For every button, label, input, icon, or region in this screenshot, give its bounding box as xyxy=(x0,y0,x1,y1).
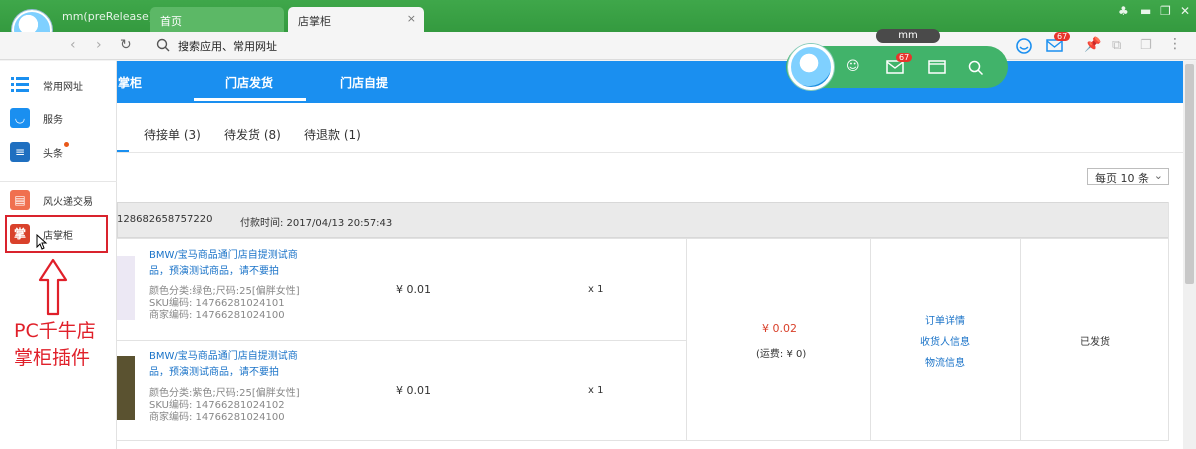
refresh-icon[interactable]: ↻ xyxy=(120,37,132,53)
sku: SKU编码: 14766281024101 xyxy=(149,298,285,309)
subtab-divider xyxy=(117,152,1183,153)
widget-logo[interactable] xyxy=(788,44,834,90)
subtab-active-underline xyxy=(117,150,129,152)
top-nav-bar xyxy=(117,61,1183,103)
scrollbar-thumb[interactable] xyxy=(1185,64,1194,284)
tab-store-delivery[interactable]: 门店发货 xyxy=(225,74,273,91)
order-status: 已发货 xyxy=(1080,337,1110,348)
merchant-code: 商家编码: 14766281024100 xyxy=(149,310,285,321)
back-icon[interactable]: ‹ xyxy=(70,37,76,53)
annotation-line-1: PC千牛店 xyxy=(14,320,96,342)
column-border xyxy=(870,238,871,441)
search-input[interactable]: 搜索应用、常用网址 xyxy=(152,35,852,55)
color-size: 颜色分类:绿色;尺码:25[偏胖女性] xyxy=(149,286,300,297)
sidebar-divider xyxy=(0,181,117,182)
row-border xyxy=(117,440,1169,441)
row-border xyxy=(117,340,687,341)
tab-store-pickup[interactable]: 门店自提 xyxy=(340,74,388,91)
widget-mail-badge: 67 xyxy=(896,53,913,62)
tab-dianzhanggui[interactable]: 店掌柜 × xyxy=(288,7,424,32)
list-icon xyxy=(11,77,29,92)
chevron-down-icon: ⌄ xyxy=(1153,169,1163,182)
skin-icon[interactable]: ♣ xyxy=(1118,4,1129,18)
notification-dot xyxy=(64,142,69,147)
news-icon: ≡ xyxy=(10,142,30,162)
subtab-pending-refund[interactable]: 待退款 (1) xyxy=(304,126,361,143)
sidebar-item-service[interactable]: ◡ 服务 xyxy=(10,106,110,130)
restore-icon[interactable]: ❐ xyxy=(1160,4,1171,18)
menu-icon[interactable]: ⋮ xyxy=(1168,36,1182,52)
product-thumbnail[interactable] xyxy=(117,256,135,320)
highlight-box xyxy=(5,215,108,253)
tab-dianzhanggui-label: 店掌柜 xyxy=(298,15,331,28)
merchant-code: 商家编码: 14766281024100 xyxy=(149,412,285,423)
window-icon[interactable]: ❐ xyxy=(1140,38,1152,53)
sidebar-item-label: 风火递交易 xyxy=(43,197,93,208)
sidebar: 常用网址 ◡ 服务 ≡ 头条 ▤ 风火递交易 掌 店掌柜 xyxy=(0,61,117,449)
per-page-value: 每页 10 条 xyxy=(1095,172,1149,185)
close-window-icon[interactable]: ✕ xyxy=(1180,4,1190,18)
product-attributes: 颜色分类:紫色;尺码:25[偏胖女性] SKU编码: 1476628102410… xyxy=(149,388,300,424)
sidebar-item-fenghuodi[interactable]: ▤ 风火递交易 xyxy=(10,188,110,212)
widget-mail-icon[interactable] xyxy=(886,60,904,74)
smile-icon[interactable]: ☺ xyxy=(846,59,860,74)
search-placeholder: 搜索应用、常用网址 xyxy=(178,40,277,53)
item-qty: x 1 xyxy=(588,284,604,295)
column-border xyxy=(1168,202,1169,441)
tab-home[interactable]: 首页 xyxy=(150,7,284,32)
window-widget-icon[interactable] xyxy=(928,60,946,74)
forward-icon[interactable]: › xyxy=(96,37,102,53)
shipping-fee: (运费: ¥ 0) xyxy=(756,349,807,360)
item-qty: x 1 xyxy=(588,385,604,396)
product-title-line: 品，预演测试商品，请不要拍 xyxy=(149,266,279,277)
product-title-line: BMW/宝马商品通门店自提测试商 xyxy=(149,250,298,261)
pin-icon[interactable]: 📌 xyxy=(1084,37,1101,53)
product-title[interactable]: BMW/宝马商品通门店自提测试商 品，预演测试商品，请不要拍 xyxy=(149,349,309,381)
mail-badge: 67 xyxy=(1054,32,1071,41)
bag-icon: ◡ xyxy=(10,108,30,128)
share-icon[interactable]: ⧉ xyxy=(1112,38,1121,53)
sidebar-item-headlines[interactable]: ≡ 头条 xyxy=(10,140,110,164)
up-arrow-icon xyxy=(38,258,68,316)
order-detail-link[interactable]: 订单详情 xyxy=(925,312,965,327)
box-icon: ▤ xyxy=(10,190,30,210)
product-title-line: 品，预演测试商品，请不要拍 xyxy=(149,367,279,378)
pay-time: 付款时间: 2017/04/13 20:57:43 xyxy=(240,218,393,229)
product-thumbnail[interactable] xyxy=(117,356,135,420)
receiver-info-link[interactable]: 收货人信息 xyxy=(920,333,970,348)
mm-pill[interactable]: mm xyxy=(876,29,940,43)
search-icon xyxy=(156,38,170,52)
sidebar-item-label: 常用网址 xyxy=(43,82,83,93)
active-tab-underline xyxy=(194,98,306,101)
logistics-info-link[interactable]: 物流信息 xyxy=(925,354,965,369)
annotation-line-2: 掌柜插件 xyxy=(14,347,91,369)
item-price: ¥ 0.01 xyxy=(396,283,431,296)
color-size: 颜色分类:紫色;尺码:25[偏胖女性] xyxy=(149,388,300,399)
minimize-icon[interactable]: ▬ xyxy=(1140,4,1151,18)
wangwang-icon[interactable] xyxy=(1015,37,1033,55)
item-price: ¥ 0.01 xyxy=(396,384,431,397)
sidebar-item-label: 头条 xyxy=(43,149,63,160)
order-total: ¥ 0.02 xyxy=(762,322,797,335)
order-number: 128682658757220 xyxy=(117,214,213,225)
column-border xyxy=(1020,238,1021,441)
widget-search-icon[interactable] xyxy=(968,60,984,76)
sidebar-item-common-urls[interactable]: 常用网址 xyxy=(10,73,110,97)
product-title[interactable]: BMW/宝马商品通门店自提测试商 品，预演测试商品，请不要拍 xyxy=(149,248,309,280)
subtab-pending-ship[interactable]: 待发货 (8) xyxy=(224,126,281,143)
sidebar-item-label: 服务 xyxy=(43,115,63,126)
product-title-line: BMW/宝马商品通门店自提测试商 xyxy=(149,351,298,362)
product-attributes: 颜色分类:绿色;尺码:25[偏胖女性] SKU编码: 1476628102410… xyxy=(149,286,300,322)
tab-home-label: 首页 xyxy=(160,15,182,28)
per-page-select[interactable]: 每页 10 条 ⌄ xyxy=(1087,168,1169,185)
sku: SKU编码: 14766281024102 xyxy=(149,400,285,411)
tab-close-icon[interactable]: × xyxy=(407,12,416,25)
app-title: mm(preRelease) xyxy=(62,10,154,23)
column-border xyxy=(686,238,687,441)
row-border xyxy=(117,238,1169,239)
subtab-pending-accept[interactable]: 待接单 (3) xyxy=(144,126,201,143)
tab-zhanggui[interactable]: 掌柜 xyxy=(118,74,142,91)
